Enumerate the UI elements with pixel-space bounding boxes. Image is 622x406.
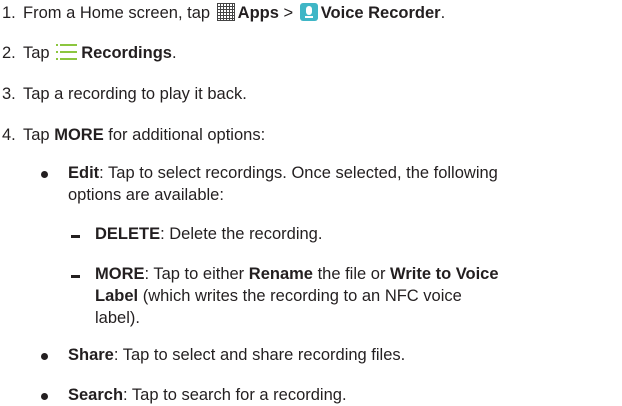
more-post: (which writes the recording to an NFC vo… <box>142 287 462 305</box>
recordings-label: Recordings <box>81 44 172 62</box>
search-text: : Tap to search for a recording. <box>123 386 347 404</box>
share-text: : Tap to select and share recording file… <box>113 346 406 364</box>
step-3-text: Tap a recording to play it back. <box>23 85 247 103</box>
rename-label: Rename <box>248 265 313 283</box>
bullet <box>41 393 48 400</box>
step-number: 3. <box>2 85 16 103</box>
voice-recorder-icon <box>299 3 318 26</box>
edit-text: : Tap to select recordings. Once selecte… <box>99 164 498 182</box>
more-option-line-2: Label (which writes the recording to an … <box>95 286 462 306</box>
bullet <box>41 353 48 360</box>
more-label: MORE <box>54 126 104 144</box>
more-title: MORE <box>95 265 145 283</box>
label-word: Label <box>95 287 139 305</box>
edit-option-line-2: options are available: <box>68 186 224 204</box>
step-1-prefix: From a Home screen, tap <box>23 4 211 22</box>
voice-recorder-label: Voice Recorder <box>320 4 441 22</box>
step-2-text: Tap Recordings. <box>23 43 177 66</box>
more-option-line-1: MORE: Tap to either Rename the file or W… <box>95 264 499 284</box>
share-option: Share: Tap to select and share recording… <box>68 345 405 365</box>
step-4-suffix: for additional options: <box>108 126 266 144</box>
dash <box>71 235 80 238</box>
step-number: 1. <box>2 4 16 22</box>
search-option: Search: Tap to search for a recording. <box>68 385 347 405</box>
share-title: Share <box>68 346 114 364</box>
bullet <box>41 171 48 178</box>
delete-option: DELETE: Delete the recording. <box>95 224 322 244</box>
apps-label: Apps <box>237 4 279 22</box>
search-title: Search <box>68 386 124 404</box>
edit-title: Edit <box>68 164 100 182</box>
step-4-prefix: Tap <box>23 126 50 144</box>
edit-option-line-1: Edit: Tap to select recordings. Once sel… <box>68 163 498 183</box>
step-1-text: From a Home screen, tap Apps > Voice Rec… <box>23 3 445 26</box>
write-to-voice-label: Write to Voice <box>390 265 499 283</box>
dash <box>71 275 80 278</box>
step-number: 2. <box>2 44 16 62</box>
delete-title: DELETE <box>95 225 161 243</box>
separator: > <box>283 4 294 22</box>
step-1-suffix: . <box>440 4 446 22</box>
step-number: 4. <box>2 126 16 144</box>
more-pre: : Tap to either <box>144 265 245 283</box>
step-2-prefix: Tap <box>23 44 50 62</box>
list-icon <box>56 43 78 66</box>
delete-text: : Delete the recording. <box>160 225 323 243</box>
more-option-line-3: label). <box>95 309 140 327</box>
apps-grid-icon <box>216 3 235 26</box>
step-4-text: Tap MORE for additional options: <box>23 125 265 145</box>
step-2-suffix: . <box>171 44 177 62</box>
more-mid: the file or <box>317 265 386 283</box>
